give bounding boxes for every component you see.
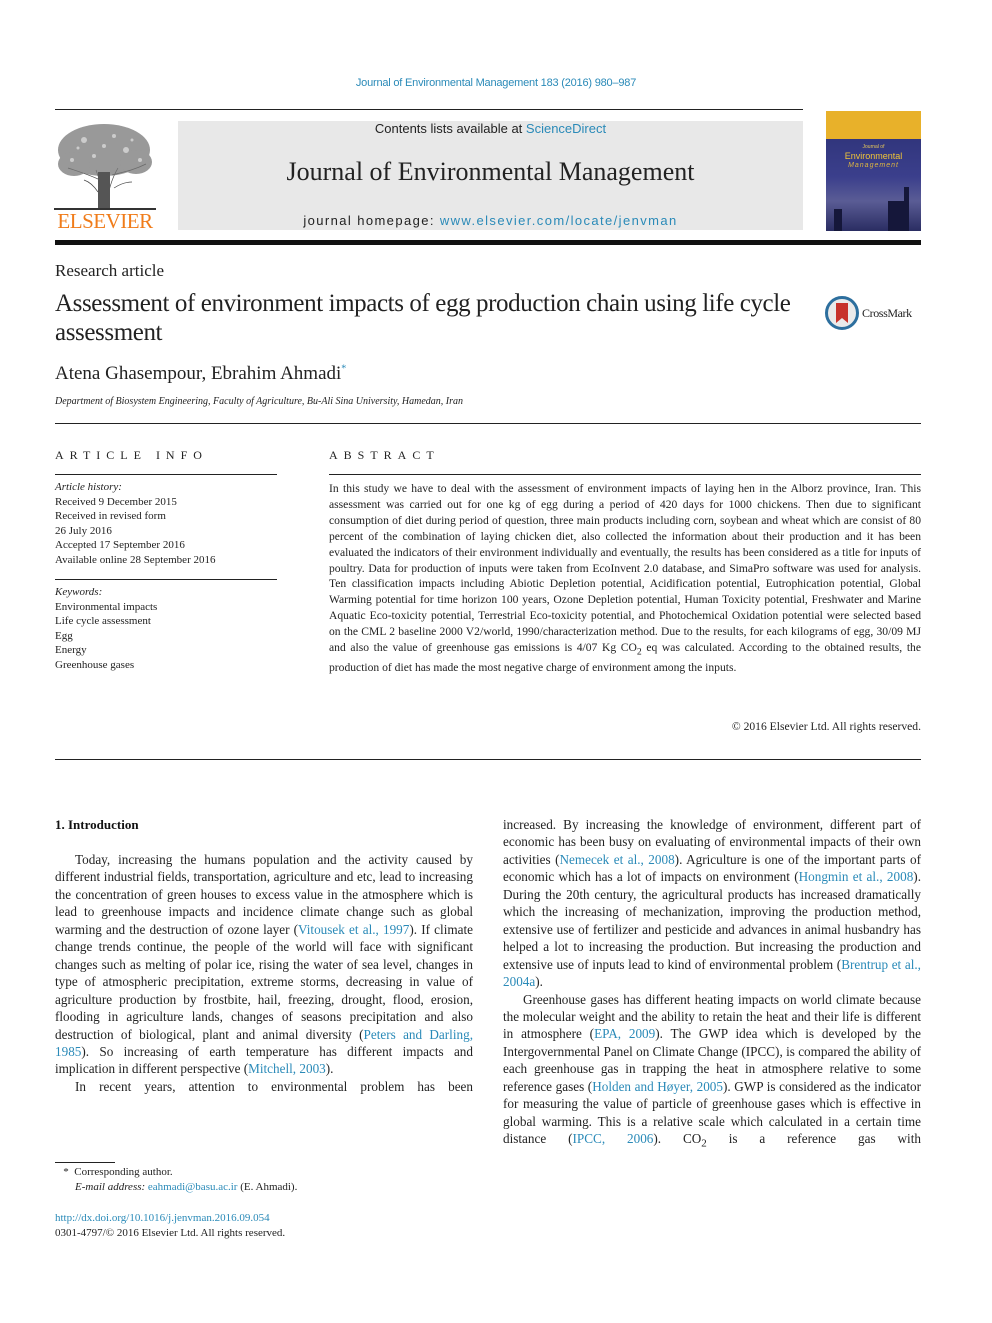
elsevier-logo: ELSEVIER xyxy=(54,120,156,233)
text: is a reference gas with xyxy=(706,1131,921,1147)
cover-small-title: Journal of xyxy=(862,144,885,150)
issn-copyright: 0301-4797/© 2016 Elsevier Ltd. All right… xyxy=(55,1227,286,1239)
keywords: Keywords: Environmental impacts Life cyc… xyxy=(55,585,157,672)
article-title: Assessment of environment impacts of egg… xyxy=(55,290,791,346)
journal-reference[interactable]: Journal of Environmental Management 183 … xyxy=(0,77,992,89)
email-suffix: (E. Ahmadi). xyxy=(237,1181,298,1193)
crossmark-icon xyxy=(825,296,859,330)
history-item: Available online 28 September 2016 xyxy=(55,553,216,566)
elsevier-tree-icon xyxy=(54,124,156,210)
cover-band xyxy=(826,111,921,139)
doi-link[interactable]: http://dx.doi.org/10.1016/j.jenvman.2016… xyxy=(55,1212,270,1224)
footnote-text: Corresponding author. xyxy=(74,1166,173,1178)
homepage-line: journal homepage: www.elsevier.com/locat… xyxy=(178,213,803,228)
article-history-label: Article history: xyxy=(55,481,122,493)
citation-link[interactable]: Vitousek et al., 1997 xyxy=(298,922,409,937)
body-column-left: Today, increasing the humans population … xyxy=(55,851,473,1095)
homepage-label: journal homepage: xyxy=(303,213,440,228)
body-column-right: increased. By increasing the knowledge o… xyxy=(503,816,921,1153)
doi-block: http://dx.doi.org/10.1016/j.jenvman.2016… xyxy=(55,1211,285,1241)
email-line: E-mail address: eahmadi@basu.ac.ir (E. A… xyxy=(55,1180,297,1195)
citation-link[interactable]: Holden and Høyer, 2005 xyxy=(592,1079,723,1094)
divider xyxy=(55,109,803,110)
sciencedirect-link[interactable]: ScienceDirect xyxy=(526,121,606,136)
history-item: 26 July 2016 xyxy=(55,524,112,537)
corresponding-author-mark[interactable]: * xyxy=(341,364,346,375)
divider xyxy=(55,579,277,580)
authors: Atena Ghasempour, Ebrahim Ahmadi* xyxy=(55,363,346,385)
cover-title: Environmental xyxy=(844,151,903,161)
divider xyxy=(55,423,921,424)
paragraph: Greenhouse gases has different heating i… xyxy=(503,991,921,1154)
article-type: Research article xyxy=(55,261,165,280)
journal-homepage-link[interactable]: www.elsevier.com/locate/jenvman xyxy=(440,213,678,228)
paragraph: increased. By increasing the knowledge o… xyxy=(503,816,921,991)
history-item: Received in revised form xyxy=(55,510,166,522)
abstract-part: In this study we have to deal with the a… xyxy=(329,482,921,655)
history-item: Received 9 December 2015 xyxy=(55,495,177,508)
keyword-item: Environmental impacts xyxy=(55,600,158,613)
paragraph: Today, increasing the humans population … xyxy=(55,851,473,1078)
history-item: Accepted 17 September 2016 xyxy=(55,539,185,551)
keyword-item: Greenhouse gases xyxy=(55,658,135,671)
citation-link[interactable]: Nemecek et al., 2008 xyxy=(559,852,674,867)
text: ). xyxy=(325,1061,334,1077)
journal-name: Journal of Environmental Management xyxy=(286,157,695,186)
abstract-copyright: © 2016 Elsevier Ltd. All rights reserved… xyxy=(731,720,921,733)
citation-link[interactable]: Mitchell, 2003 xyxy=(248,1061,326,1076)
footnote: * Corresponding author. E-mail address: … xyxy=(55,1165,297,1195)
header-divider xyxy=(55,240,921,245)
author-names: Atena Ghasempour, Ebrahim Ahmadi xyxy=(55,363,342,384)
journal-reference-link[interactable]: Journal of Environmental Management 183 … xyxy=(356,77,636,89)
keyword-item: Egg xyxy=(55,629,73,642)
text: ). CO xyxy=(653,1131,702,1147)
affiliation: Department of Biosystem Engineering, Fac… xyxy=(55,396,463,407)
contents-line: Contents lists available at ScienceDirec… xyxy=(178,121,803,136)
text: ). If climate change trends continue, th… xyxy=(55,921,473,1042)
citation-link[interactable]: IPCC, 2006 xyxy=(573,1131,654,1146)
text: ). xyxy=(535,974,543,990)
section-heading-introduction: 1. Introduction xyxy=(55,817,139,832)
email-link[interactable]: eahmadi@basu.ac.ir xyxy=(148,1181,238,1193)
citation-link[interactable]: EPA, 2009 xyxy=(594,1026,655,1041)
email-label: E-mail address: xyxy=(75,1181,148,1193)
divider xyxy=(329,474,921,475)
crossmark-button[interactable]: CrossMark xyxy=(825,296,912,330)
paragraph: In recent years, attention to environmen… xyxy=(75,1078,473,1094)
contents-label: Contents lists available at xyxy=(374,121,526,136)
journal-cover-image[interactable]: Journal of Environmental Management xyxy=(826,111,921,231)
footnote-divider xyxy=(55,1162,115,1163)
crossmark-label: CrossMark xyxy=(862,305,912,320)
corresponding-author-note: * Corresponding author. xyxy=(55,1165,297,1180)
cover-chimney xyxy=(904,187,909,231)
article-history: Article history: Received 9 December 201… xyxy=(55,480,215,567)
cover-subtitle: Management xyxy=(848,162,899,169)
keyword-item: Life cycle assessment xyxy=(55,615,151,627)
footnote-mark: * xyxy=(63,1166,69,1178)
elsevier-wordmark: ELSEVIER xyxy=(57,209,153,233)
citation-link[interactable]: Hongmin et al., 2008 xyxy=(799,869,914,884)
article-info-heading: ARTICLE INFO xyxy=(55,448,208,462)
divider xyxy=(55,759,921,760)
divider xyxy=(55,474,277,475)
cover-chimney xyxy=(834,209,842,231)
abstract-text: In this study we have to deal with the a… xyxy=(329,481,921,676)
journal-masthead: Contents lists available at ScienceDirec… xyxy=(178,121,803,230)
keyword-item: Energy xyxy=(55,644,87,656)
keywords-label: Keywords: xyxy=(55,586,103,598)
abstract-heading: ABSTRACT xyxy=(329,448,440,462)
